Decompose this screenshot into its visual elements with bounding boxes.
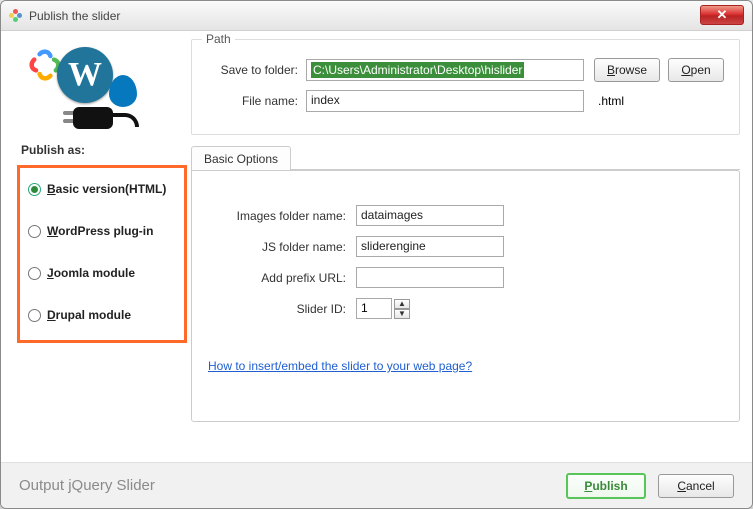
prefix-url-input[interactable]	[356, 267, 504, 288]
radio-drupal[interactable]: Drupal module	[28, 308, 178, 322]
cancel-button[interactable]: Cancel	[658, 474, 734, 498]
plug-icon	[63, 97, 139, 147]
dialog-publish-slider: Publish the slider ✕ W Pu	[0, 0, 753, 509]
browse-button[interactable]: Browse	[594, 58, 660, 82]
open-button[interactable]: Open	[668, 58, 724, 82]
images-folder-label: Images folder name:	[208, 209, 346, 223]
images-folder-input[interactable]: dataimages	[356, 205, 504, 226]
slider-id-input[interactable]: 1	[356, 298, 392, 319]
footer-message: Output jQuery Slider	[19, 477, 155, 494]
spinner-up-button[interactable]: ▲	[394, 299, 410, 309]
radio-button-icon	[28, 309, 41, 322]
js-folder-label: JS folder name:	[208, 240, 346, 254]
help-link[interactable]: How to insert/embed the slider to your w…	[208, 359, 472, 373]
radio-button-icon	[28, 183, 41, 196]
publish-as-group: Basic version(HTML) WordPress plug-in Jo…	[17, 165, 187, 343]
wordpress-icon: W	[57, 47, 113, 103]
radio-button-icon	[28, 225, 41, 238]
prefix-url-label: Add prefix URL:	[208, 271, 346, 285]
path-group: Path Save to folder: C:\Users\Administra…	[191, 39, 740, 135]
tab-basic-options[interactable]: Basic Options	[191, 146, 291, 170]
file-ext-label: .html	[598, 94, 624, 108]
save-folder-label: Save to folder:	[206, 63, 298, 77]
close-button[interactable]: ✕	[700, 5, 744, 25]
radio-joomla[interactable]: Joomla module	[28, 266, 178, 280]
publish-button[interactable]: Publish	[566, 473, 646, 499]
slider-id-label: Slider ID:	[208, 302, 346, 316]
app-icon	[9, 9, 23, 23]
titlebar: Publish the slider ✕	[1, 1, 752, 31]
tabbar: Basic Options	[191, 145, 740, 170]
file-name-label: File name:	[206, 94, 298, 108]
radio-wordpress[interactable]: WordPress plug-in	[28, 224, 178, 238]
file-name-input[interactable]: index	[306, 90, 584, 112]
window-title: Publish the slider	[29, 9, 120, 23]
cms-logos: W	[23, 43, 143, 133]
spinner-down-button[interactable]: ▼	[394, 309, 410, 319]
js-folder-input[interactable]: sliderengine	[356, 236, 504, 257]
save-folder-input[interactable]: C:\Users\Administrator\Desktop\hislider	[306, 59, 584, 81]
radio-button-icon	[28, 267, 41, 280]
radio-basic-html[interactable]: Basic version(HTML)	[28, 182, 178, 196]
footer: Output jQuery Slider Publish Cancel	[1, 462, 752, 508]
basic-options-panel: Images folder name: dataimages JS folder…	[191, 170, 740, 422]
path-legend: Path	[202, 32, 235, 46]
